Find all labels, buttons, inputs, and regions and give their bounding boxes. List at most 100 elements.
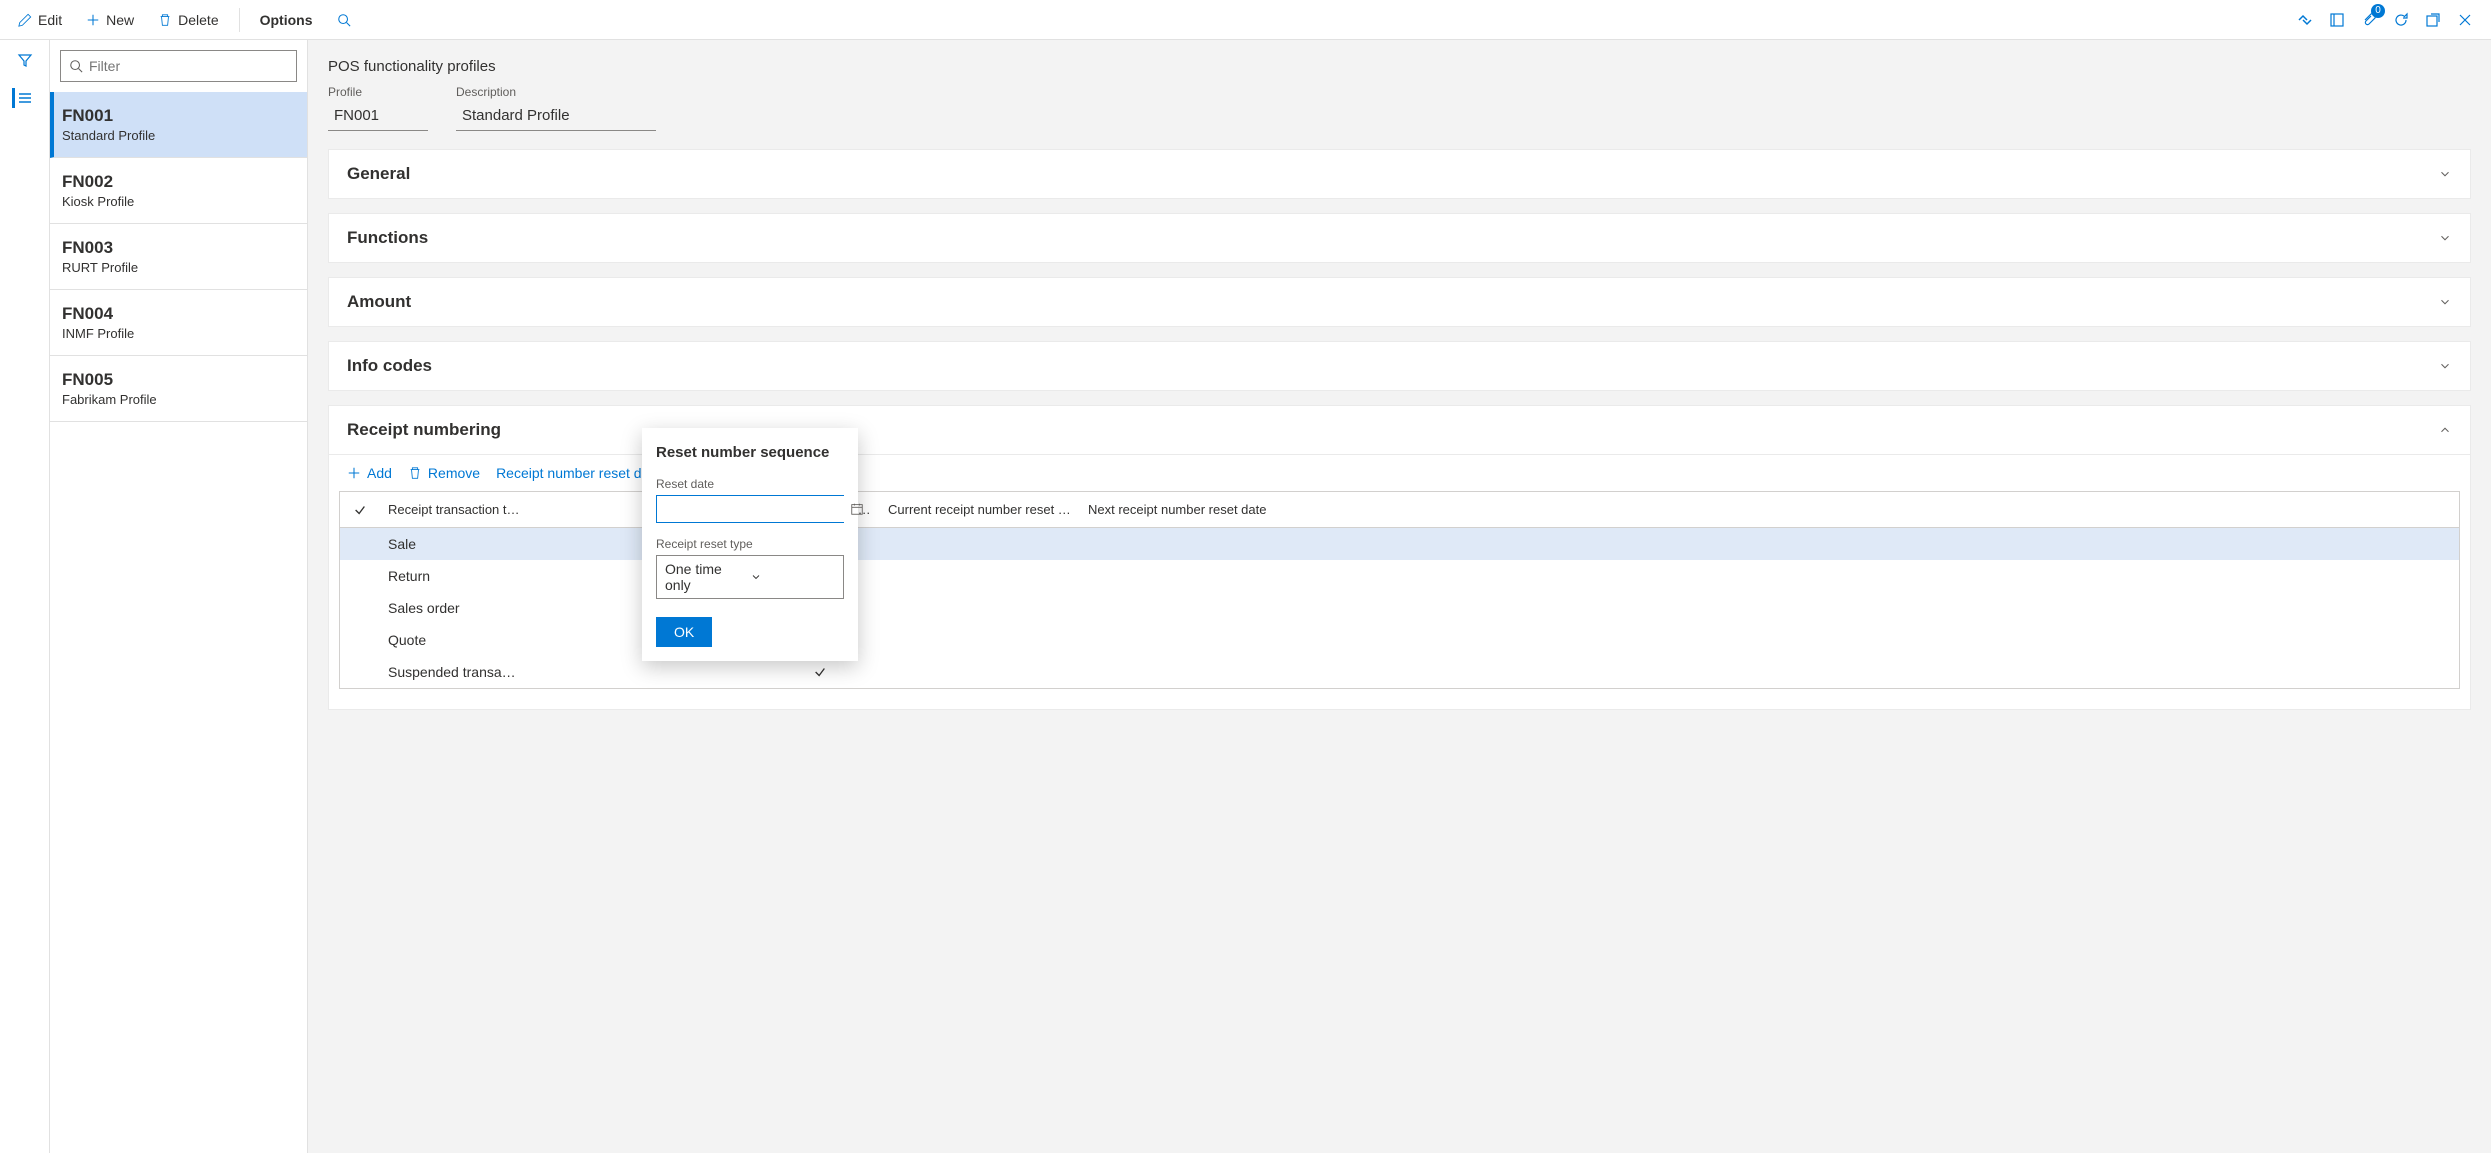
fasttab-amount-title: Amount: [347, 292, 411, 312]
profile-code: FN002: [62, 172, 295, 192]
fasttab-functions: Functions: [328, 213, 2471, 263]
new-label: New: [106, 12, 134, 28]
delete-label: Delete: [178, 12, 218, 28]
fasttab-info-codes: Info codes: [328, 341, 2471, 391]
office-icon[interactable]: [2327, 10, 2347, 30]
fasttab-general-header[interactable]: General: [329, 150, 2470, 198]
plus-icon: [347, 466, 361, 480]
profile-desc: Standard Profile: [62, 128, 295, 143]
cell-current-reset-date: [880, 568, 1080, 584]
search-icon: [69, 59, 83, 73]
cell-current-reset-date: [880, 536, 1080, 552]
profile-desc: Kiosk Profile: [62, 194, 295, 209]
description-label: Description: [456, 85, 656, 99]
ok-button[interactable]: OK: [656, 617, 712, 647]
row-selector[interactable]: [340, 568, 380, 584]
reset-date-input-wrapper[interactable]: [656, 495, 844, 523]
add-label: Add: [367, 465, 392, 481]
options-button[interactable]: Options: [250, 6, 323, 34]
chevron-up-icon: [2438, 423, 2452, 437]
profile-desc: Fabrikam Profile: [62, 392, 295, 407]
filter-input-wrapper[interactable]: [60, 50, 297, 82]
delete-button[interactable]: Delete: [148, 6, 228, 34]
profile-list-panel: FN001Standard ProfileFN002Kiosk ProfileF…: [50, 40, 308, 1153]
plus-icon: [86, 13, 100, 27]
profile-value[interactable]: FN001: [328, 103, 428, 131]
fasttab-functions-header[interactable]: Functions: [329, 214, 2470, 262]
chevron-down-icon: [2438, 231, 2452, 245]
search-button[interactable]: [327, 7, 361, 33]
calendar-icon[interactable]: [850, 496, 864, 522]
fasttab-amount-header[interactable]: Amount: [329, 278, 2470, 326]
cell-current-reset-date: [880, 664, 1080, 680]
select-all-column[interactable]: [340, 493, 380, 527]
profile-item[interactable]: FN003 RURT Profile: [50, 224, 307, 290]
fasttab-general: General: [328, 149, 2471, 199]
profile-code: FN001: [62, 106, 295, 126]
profile-item[interactable]: FN002 Kiosk Profile: [50, 158, 307, 224]
list-icon[interactable]: [12, 88, 35, 108]
action-bar: Edit New Delete Options: [0, 0, 2491, 40]
fasttab-general-title: General: [347, 164, 410, 184]
filter-input[interactable]: [89, 58, 288, 74]
reset-number-sequence-popover: Reset number sequence Reset date Receipt…: [642, 428, 858, 661]
cell-independent-sequence: [760, 657, 880, 687]
description-field: Description Standard Profile: [456, 85, 656, 131]
row-selector[interactable]: [340, 664, 380, 680]
options-label: Options: [260, 12, 313, 28]
profile-label: Profile: [328, 85, 428, 99]
row-selector[interactable]: [340, 632, 380, 648]
chevron-down-icon: [2438, 167, 2452, 181]
profile-code: FN004: [62, 304, 295, 324]
new-button[interactable]: New: [76, 6, 144, 34]
profile-desc: RURT Profile: [62, 260, 295, 275]
chevron-down-icon: [2438, 295, 2452, 309]
profile-item[interactable]: FN004 INMF Profile: [50, 290, 307, 356]
profile-item[interactable]: FN005Fabrikam Profile: [50, 356, 307, 422]
attachments-icon[interactable]: 0: [2359, 10, 2379, 30]
profile-field: Profile FN001: [328, 85, 428, 131]
profile-item[interactable]: FN001 Standard Profile: [50, 92, 307, 158]
remove-label: Remove: [428, 465, 480, 481]
col-receipt-transaction-type[interactable]: Receipt transaction t…: [380, 492, 540, 527]
reset-date-input[interactable]: [657, 496, 850, 522]
row-selector[interactable]: [340, 600, 380, 616]
popout-icon[interactable]: [2423, 10, 2443, 30]
reset-date-label: Reset date: [656, 477, 844, 491]
close-icon[interactable]: [2455, 10, 2475, 30]
fasttab-amount: Amount: [328, 277, 2471, 327]
remove-button[interactable]: Remove: [408, 465, 480, 481]
add-button[interactable]: Add: [347, 465, 392, 481]
page-title: POS functionality profiles: [328, 58, 2471, 75]
connector-icon[interactable]: [2295, 10, 2315, 30]
cell-receipt-type: Suspended transa…: [380, 656, 540, 688]
col-current-reset-date[interactable]: Current receipt number reset date: [880, 492, 1080, 527]
cell-next-reset-date: [1080, 664, 1280, 680]
search-icon: [337, 13, 351, 27]
pencil-icon: [18, 13, 32, 27]
col-next-reset-date[interactable]: Next receipt number reset date: [1080, 492, 1280, 527]
row-selector[interactable]: [340, 536, 380, 552]
profile-code: FN003: [62, 238, 295, 258]
trash-icon: [158, 13, 172, 27]
funnel-icon[interactable]: [15, 50, 35, 70]
detail-area: POS functionality profiles Profile FN001…: [308, 40, 2491, 1153]
refresh-icon[interactable]: [2391, 10, 2411, 30]
reset-type-value: One time only: [665, 561, 750, 593]
reset-type-label: Receipt reset type: [656, 537, 844, 551]
popover-title: Reset number sequence: [656, 444, 844, 461]
chevron-down-icon: [2438, 359, 2452, 373]
cell-receipt-type: Sales order: [380, 592, 540, 624]
cell-current-reset-date: [880, 600, 1080, 616]
cell-spacer: [540, 664, 760, 680]
fasttab-info-codes-header[interactable]: Info codes: [329, 342, 2470, 390]
cell-next-reset-date: [1080, 632, 1280, 648]
fasttab-info-codes-title: Info codes: [347, 356, 432, 376]
profile-desc: INMF Profile: [62, 326, 295, 341]
chevron-down-icon: [750, 571, 835, 583]
reset-type-select[interactable]: One time only: [656, 555, 844, 599]
cell-next-reset-date: [1080, 600, 1280, 616]
description-value[interactable]: Standard Profile: [456, 103, 656, 131]
badge-count: 0: [2371, 4, 2385, 18]
edit-button[interactable]: Edit: [8, 6, 72, 34]
